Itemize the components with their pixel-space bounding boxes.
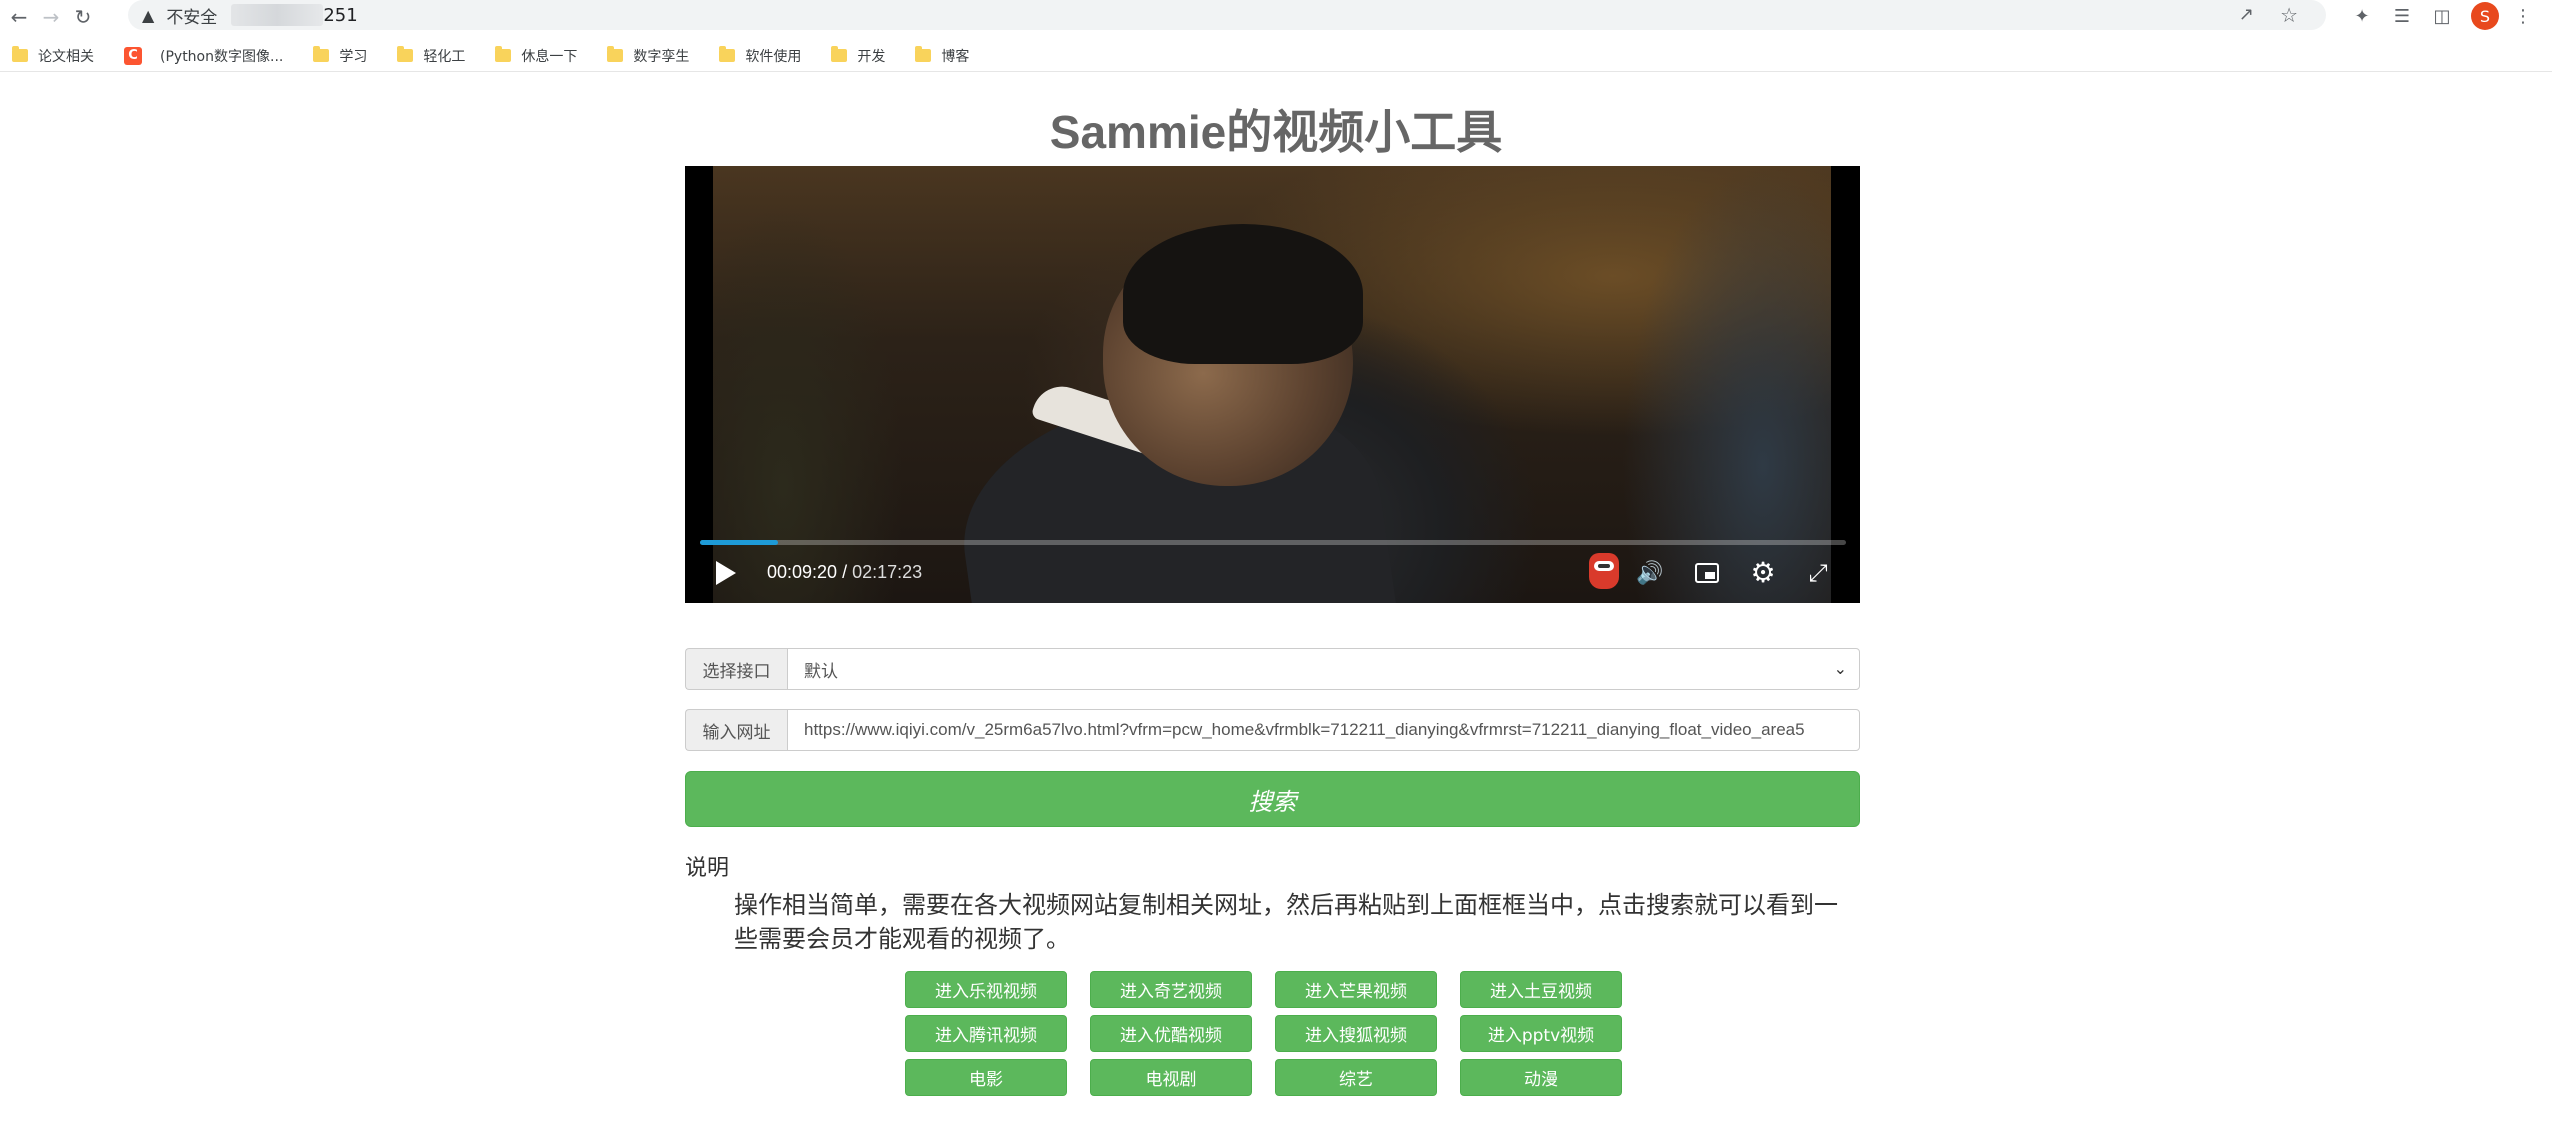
- settings-gear-icon[interactable]: ⚙: [1747, 556, 1779, 589]
- link-tencent-button[interactable]: 进入腾讯视频: [905, 1015, 1067, 1052]
- extensions-puzzle-icon[interactable]: ✦: [2349, 3, 2375, 29]
- duration: 02:17:23: [852, 562, 923, 582]
- bookmark-item[interactable]: 软件使用: [719, 42, 801, 70]
- link-anime-button[interactable]: 动漫: [1460, 1059, 1622, 1096]
- link-letv-button[interactable]: 进入乐视视频: [905, 971, 1067, 1008]
- bookmark-star-icon[interactable]: ☆: [2280, 3, 2298, 27]
- media-queue-icon[interactable]: ☰: [2389, 3, 2415, 29]
- link-mango-button[interactable]: 进入芒果视频: [1275, 971, 1437, 1008]
- bookmark-item[interactable]: 学习: [313, 42, 367, 70]
- side-panel-icon[interactable]: ◫: [2429, 3, 2455, 29]
- link-pptv-button[interactable]: 进入pptv视频: [1460, 1015, 1622, 1052]
- play-button[interactable]: [711, 558, 741, 588]
- folder-icon: [397, 46, 414, 62]
- bookmark-item[interactable]: 数字孪生: [607, 42, 689, 70]
- bookmark-item[interactable]: 开发: [831, 42, 885, 70]
- time-separator: /: [842, 562, 848, 582]
- link-variety-button[interactable]: 综艺: [1275, 1059, 1437, 1096]
- video-scene-hair: [1123, 224, 1363, 364]
- volume-icon[interactable]: 🔊: [1635, 558, 1665, 588]
- url-input-label: 输入网址: [685, 709, 787, 751]
- api-selected-value: 默认: [804, 661, 838, 681]
- api-select[interactable]: 默认 ⌄: [787, 648, 1860, 690]
- search-button[interactable]: 搜索: [685, 771, 1860, 827]
- folder-icon: [495, 46, 512, 62]
- link-tv-series-button[interactable]: 电视剧: [1090, 1059, 1252, 1096]
- link-sohu-button[interactable]: 进入搜狐视频: [1275, 1015, 1437, 1052]
- time-display: 00:09:20/02:17:23: [767, 562, 922, 583]
- folder-icon: [719, 46, 736, 62]
- folder-icon: [831, 46, 848, 62]
- url-tail: 251: [323, 4, 358, 26]
- play-icon: [716, 561, 736, 585]
- profile-avatar[interactable]: S: [2471, 2, 2499, 30]
- url-input-wrapper[interactable]: [787, 709, 1860, 751]
- blurred-host: [231, 4, 324, 26]
- link-tudou-button[interactable]: 进入土豆视频: [1460, 971, 1622, 1008]
- forward-arrow-icon[interactable]: →: [38, 4, 64, 30]
- video-frame[interactable]: [713, 166, 1831, 603]
- more-menu-icon[interactable]: ⋮: [2510, 3, 2536, 29]
- csdn-logo-icon: C: [124, 46, 142, 65]
- folder-icon: [607, 46, 624, 62]
- browser-toolbar: ← → ↻ ▲ 不安全 251 ↗ ☆ ✦ ☰ ◫ S ⋮: [0, 0, 2552, 34]
- description-title: 说明: [685, 856, 730, 881]
- bookmark-item[interactable]: 轻化工: [397, 42, 465, 70]
- link-movies-button[interactable]: 电影: [905, 1059, 1067, 1096]
- site-link-grid: 进入乐视视频 进入奇艺视频 进入芒果视频 进入土豆视频 进入腾讯视频 进入优酷视…: [905, 971, 1625, 1096]
- share-icon[interactable]: ↗: [2239, 4, 2254, 25]
- folder-icon: [12, 46, 28, 62]
- bookmark-item[interactable]: C (Python数字图像...: [124, 42, 283, 70]
- link-iqiyi-button[interactable]: 进入奇艺视频: [1090, 971, 1252, 1008]
- reload-icon[interactable]: ↻: [70, 4, 96, 30]
- url-input[interactable]: [804, 720, 1859, 740]
- page-title: Sammie的视频小工具: [1049, 106, 1503, 158]
- bookmark-item[interactable]: 休息一下: [495, 42, 577, 70]
- fullscreen-icon[interactable]: ⤢: [1803, 558, 1833, 588]
- current-time: 00:09:20: [767, 562, 838, 582]
- chevron-down-icon: ⌄: [1833, 661, 1847, 678]
- bookmarks-bar: 论文相关 C (Python数字图像... 学习 轻化工 休息一下 数字孪生 软件…: [0, 40, 2552, 72]
- warning-triangle-icon: ▲: [142, 5, 155, 25]
- video-player[interactable]: [685, 166, 1860, 603]
- bookmark-item[interactable]: 博客: [915, 42, 969, 70]
- picture-in-picture-icon[interactable]: [1692, 558, 1722, 588]
- bookmark-item[interactable]: 论文相关: [12, 42, 94, 70]
- security-label: 不安全: [166, 7, 218, 28]
- video-progress-bar[interactable]: [700, 540, 1846, 545]
- address-bar[interactable]: ▲ 不安全 251 ↗ ☆: [128, 0, 2326, 30]
- url-input-group: 输入网址: [685, 709, 1860, 751]
- folder-icon: [313, 46, 330, 62]
- folder-icon: [915, 46, 932, 62]
- api-select-label: 选择接口: [685, 648, 787, 690]
- back-arrow-icon[interactable]: ←: [6, 4, 32, 30]
- mascot-icon[interactable]: [1585, 550, 1623, 592]
- link-youku-button[interactable]: 进入优酷视频: [1090, 1015, 1252, 1052]
- description-text: 操作相当简单，需要在各大视频网站复制相关网址，然后再粘贴到上面框框当中，点击搜索…: [734, 891, 1838, 953]
- video-progress-fill: [700, 540, 778, 545]
- api-select-group: 选择接口 默认 ⌄: [685, 648, 1860, 690]
